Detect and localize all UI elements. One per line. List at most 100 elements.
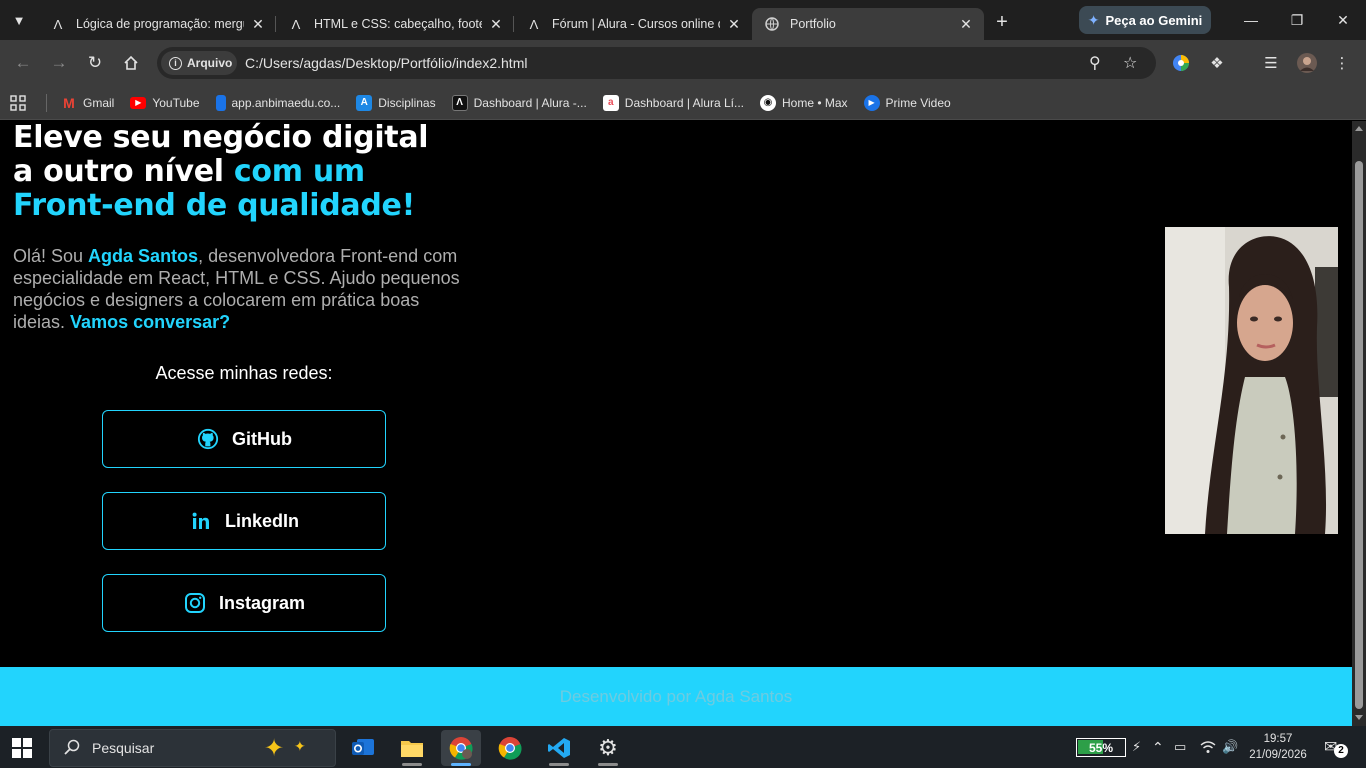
- site-info-label: Arquivo: [187, 56, 233, 70]
- bookmark-disciplinas[interactable]: A Disciplinas: [356, 94, 436, 111]
- tab-search-dropdown-icon[interactable]: ▼: [0, 0, 38, 40]
- windows-start-icon[interactable]: [12, 738, 32, 758]
- alura-icon: Λ: [53, 16, 63, 32]
- bookmark-youtube[interactable]: ▶ YouTube: [130, 95, 200, 110]
- scrollbar-thumb[interactable]: [1355, 161, 1363, 709]
- volume-icon[interactable]: 🔊: [1222, 726, 1238, 768]
- alura-lingua-icon: a: [602, 94, 619, 111]
- battery-indicator[interactable]: 55%: [1076, 738, 1126, 757]
- search-placeholder: Pesquisar: [92, 740, 155, 756]
- social-heading: Acesse minhas redes:: [155, 363, 333, 383]
- github-button[interactable]: GitHub: [102, 410, 386, 468]
- tab-title: HTML e CSS: cabeçalho, footer e: [314, 17, 482, 31]
- instagram-button[interactable]: Instagram: [102, 574, 386, 632]
- page-footer: Desenvolvido por Agda Santos: [0, 667, 1352, 726]
- close-window-icon[interactable]: ✕: [1320, 0, 1366, 40]
- url-text[interactable]: C:/Users/agdas/Desktop/Portfólio/index2.…: [245, 55, 527, 71]
- search-icon: [64, 739, 80, 758]
- restore-icon[interactable]: ❐: [1274, 0, 1320, 40]
- vscode-icon[interactable]: [539, 730, 579, 766]
- bookmark-label: Disciplinas: [378, 95, 436, 110]
- intro-text-1: Olá! Sou: [13, 246, 89, 266]
- page-viewport: Eleve seu negócio digital a outro nível …: [0, 121, 1352, 726]
- alura-icon: Λ: [529, 16, 539, 32]
- browser-tab-strip: ▼ Λ Lógica de programação: mergu ✕ Λ HTM…: [0, 0, 1366, 40]
- notifications-icon[interactable]: ✉ 2: [1324, 726, 1348, 768]
- bookmark-star-icon[interactable]: ☆: [1123, 53, 1137, 73]
- battery-percent: 55%: [1088, 740, 1114, 755]
- bookmark-label: Prime Video: [885, 95, 951, 110]
- clock-time: 19:57: [1263, 733, 1293, 745]
- forward-arrow-icon[interactable]: →: [44, 48, 74, 78]
- back-arrow-icon[interactable]: ←: [8, 48, 38, 78]
- bookmark-gmail[interactable]: M Gmail: [61, 95, 114, 111]
- bookmark-label: app.anbimaedu.co...: [231, 95, 341, 110]
- intro-name: Agda Santos: [88, 246, 199, 266]
- zoom-icon[interactable]: ⚲: [1089, 53, 1101, 73]
- headline-line-3: Front-end de qualidade!: [13, 188, 415, 223]
- bookmark-prime-video[interactable]: ▶ Prime Video: [863, 94, 951, 111]
- max-icon: ◉: [759, 94, 776, 111]
- tab-portfolio[interactable]: Portfolio ✕: [752, 8, 984, 40]
- settings-gear-icon[interactable]: ⚙: [588, 730, 628, 766]
- youtube-icon: ▶: [130, 96, 147, 109]
- battery-saver-icon[interactable]: ▭: [1174, 726, 1186, 768]
- gemini-button[interactable]: ✦ Peça ao Gemini: [1079, 6, 1211, 34]
- reload-icon[interactable]: ↻: [80, 48, 110, 78]
- tab-html-css[interactable]: Λ HTML e CSS: cabeçalho, footer e ✕: [276, 8, 514, 40]
- headline-line-1: Eleve seu negócio digital: [13, 121, 429, 155]
- bookmark-max[interactable]: ◉ Home • Max: [759, 94, 848, 111]
- sparkle-small-icon: ✦: [294, 738, 306, 754]
- address-bar[interactable]: i Arquivo C:/Users/agdas/Desktop/Portfól…: [157, 47, 1156, 79]
- bookmark-anbima[interactable]: app.anbimaedu.co...: [215, 94, 341, 111]
- running-indicator: [549, 763, 569, 766]
- tab-forum-alura[interactable]: Λ Fórum | Alura - Cursos online de ✕: [514, 8, 752, 40]
- gemini-label: Peça ao Gemini: [1105, 12, 1203, 28]
- media-controls-icon[interactable]: ☰: [1260, 52, 1282, 74]
- linkedin-button[interactable]: LinkedIn: [102, 492, 386, 550]
- apps-grid-icon[interactable]: [10, 94, 26, 111]
- close-tab-icon[interactable]: ✕: [250, 16, 266, 33]
- instagram-label: Instagram: [218, 592, 306, 613]
- outlook-icon[interactable]: [343, 730, 383, 766]
- home-icon[interactable]: [116, 48, 146, 78]
- tab-logica-programacao[interactable]: Λ Lógica de programação: mergu ✕: [38, 8, 276, 40]
- extension-colorful-icon[interactable]: [1170, 52, 1192, 74]
- extensions-puzzle-icon[interactable]: ❖: [1206, 52, 1228, 74]
- chrome-icon[interactable]: [490, 730, 530, 766]
- profile-avatar[interactable]: [1296, 52, 1318, 74]
- site-info-chip[interactable]: i Arquivo: [161, 51, 237, 75]
- github-icon: [196, 427, 220, 451]
- instagram-icon: [183, 591, 207, 615]
- windows-taskbar: Pesquisar ✦ ✦ ⚙ 55% ⚡ ⌃ ▭ 🔊 19:57 21/09/…: [0, 726, 1366, 768]
- show-hidden-icons-chevron-icon[interactable]: ⌃: [1152, 726, 1164, 768]
- bookmarks-bar: M Gmail ▶ YouTube app.anbimaedu.co... A …: [0, 86, 1366, 120]
- more-menu-icon[interactable]: ⋮: [1331, 52, 1353, 74]
- intro-cta: Vamos conversar?: [70, 312, 231, 332]
- system-clock[interactable]: 19:57 21/09/2026: [1244, 731, 1312, 763]
- github-label: GitHub: [232, 428, 292, 449]
- close-tab-icon[interactable]: ✕: [488, 16, 504, 33]
- bookmark-dashboard-alura[interactable]: Λ Dashboard | Alura -...: [451, 94, 587, 111]
- chrome-profile-icon[interactable]: [441, 730, 481, 766]
- linkedin-label: LinkedIn: [224, 510, 299, 531]
- minimize-icon[interactable]: —: [1228, 0, 1274, 40]
- page-scrollbar[interactable]: [1352, 121, 1366, 726]
- file-explorer-icon[interactable]: [392, 730, 432, 766]
- gemini-sparkle-icon: ✦: [1087, 11, 1100, 28]
- wifi-icon[interactable]: [1200, 726, 1216, 768]
- hero-headline: Eleve seu negócio digital a outro nível …: [13, 121, 493, 223]
- new-tab-button[interactable]: +: [984, 11, 1020, 34]
- bookmark-dashboard-alura-lingua[interactable]: a Dashboard | Alura Lí...: [602, 94, 744, 111]
- close-tab-icon[interactable]: ✕: [958, 16, 974, 33]
- scroll-down-arrow-icon[interactable]: [1355, 715, 1363, 720]
- close-tab-icon[interactable]: ✕: [726, 16, 742, 33]
- anbima-icon: [215, 94, 226, 111]
- bookmark-label: YouTube: [152, 95, 200, 110]
- footer-text: Desenvolvido por Agda Santos: [559, 686, 793, 706]
- scroll-up-arrow-icon[interactable]: [1355, 126, 1363, 131]
- running-indicator: [402, 763, 422, 766]
- running-indicator: [598, 763, 618, 766]
- prime-video-icon: ▶: [863, 94, 880, 111]
- taskbar-search-box[interactable]: Pesquisar ✦ ✦: [49, 729, 336, 767]
